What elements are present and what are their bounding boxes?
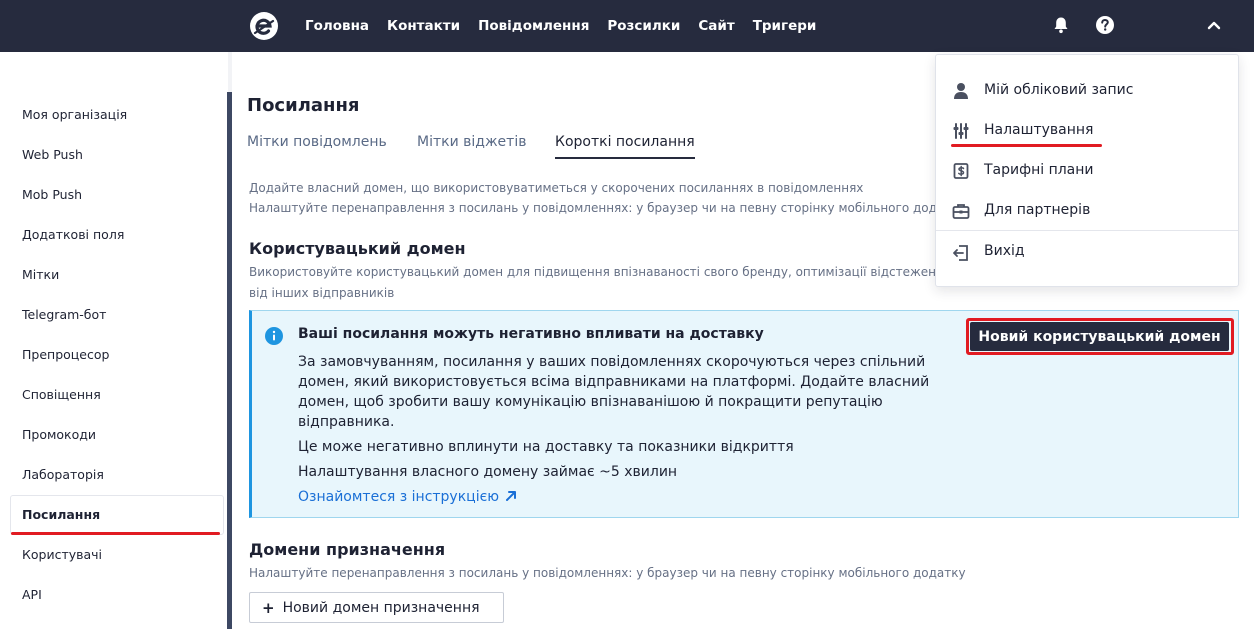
menu-item-highlight-underline bbox=[951, 144, 1102, 147]
custom-domain-heading: Користувацький домен bbox=[249, 239, 466, 258]
sidebar-item-custom-fields[interactable]: Додаткові поля bbox=[22, 227, 124, 242]
destination-domains-heading: Домени призначення bbox=[249, 540, 446, 559]
sidebar-divider bbox=[227, 92, 232, 629]
tab-widget-tags[interactable]: Мітки віджетів bbox=[417, 134, 526, 157]
briefcase-icon bbox=[952, 204, 970, 219]
nav-campaigns[interactable]: Розсилки bbox=[607, 18, 680, 34]
menu-item-logout[interactable]: Вихід bbox=[984, 243, 1025, 259]
new-destination-domain-label: Новий домен призначення bbox=[282, 599, 480, 616]
button-highlight-outline bbox=[966, 318, 1234, 355]
sidebar-item-mob-push[interactable]: Mob Push bbox=[22, 187, 82, 202]
sidebar-item-promocodes[interactable]: Промокоди bbox=[22, 427, 96, 442]
custom-domain-desc-line2: від інших відправників bbox=[249, 286, 395, 300]
destination-domains-desc: Налаштуйте перенаправлення з посилань у … bbox=[249, 566, 966, 580]
intro-text-line2: Налаштуйте перенаправлення з посилань у … bbox=[249, 201, 966, 215]
sidebar-item-organization[interactable]: Моя організація bbox=[22, 107, 127, 122]
help-icon[interactable] bbox=[1094, 14, 1116, 36]
info-icon bbox=[265, 327, 283, 345]
sidebar-item-users[interactable]: Користувачі bbox=[22, 547, 102, 562]
menu-item-partners[interactable]: Для партнерів bbox=[984, 202, 1090, 218]
sidebar-active-underline bbox=[11, 532, 220, 535]
alert-paragraph: За замовчуванням, посилання у ваших пові… bbox=[298, 354, 930, 430]
sidebar-item-web-push[interactable]: Web Push bbox=[22, 147, 83, 162]
settings-sidebar bbox=[0, 52, 228, 629]
nav-home[interactable]: Головна bbox=[305, 18, 369, 34]
main-nav: Головна Контакти Повідомлення Розсилки С… bbox=[305, 0, 834, 52]
menu-item-plans[interactable]: Тарифні плани bbox=[984, 162, 1094, 178]
logo-icon[interactable] bbox=[249, 11, 279, 41]
menu-separator bbox=[936, 230, 1238, 231]
nav-contacts[interactable]: Контакти bbox=[387, 18, 460, 34]
alert-line-setup-time: Налаштування власного домену займає ~5 х… bbox=[298, 464, 678, 480]
sidebar-item-tags[interactable]: Мітки bbox=[22, 267, 59, 282]
logout-icon bbox=[953, 245, 968, 261]
sidebar-item-preprocessor[interactable]: Препроцесор bbox=[22, 347, 109, 362]
instruction-link-label: Ознайомтеся з інструкцією bbox=[298, 489, 500, 505]
bell-icon[interactable] bbox=[1050, 14, 1072, 36]
page-title: Посилання bbox=[247, 95, 360, 116]
menu-item-account[interactable]: Мій обліковий запис bbox=[984, 82, 1133, 98]
new-destination-domain-button[interactable]: + Новий домен призначення bbox=[249, 592, 504, 623]
arrow-up-right-icon bbox=[506, 491, 517, 501]
alert-title: Ваші посилання можуть негативно впливати… bbox=[298, 326, 764, 342]
sidebar-item-laboratory[interactable]: Лабораторія bbox=[22, 467, 104, 482]
nav-messages[interactable]: Повідомлення bbox=[478, 18, 589, 34]
nav-site[interactable]: Сайт bbox=[698, 18, 734, 34]
billing-icon bbox=[953, 163, 969, 179]
plus-icon: + bbox=[262, 598, 275, 617]
alert-line-delivery: Це може негативно вплинути на доставку т… bbox=[298, 439, 794, 455]
sidebar-item-notifications[interactable]: Сповіщення bbox=[22, 387, 101, 402]
sidebar-item-links[interactable]: Посилання bbox=[22, 507, 100, 522]
intro-text-line1: Додайте власний домен, що використовуват… bbox=[249, 181, 864, 195]
tab-message-tags[interactable]: Мітки повідомлень bbox=[247, 134, 387, 157]
chevron-up-icon[interactable] bbox=[1203, 14, 1225, 36]
custom-domain-desc-line1: Використовуйте користувацький домен для … bbox=[249, 265, 935, 279]
top-bar: Головна Контакти Повідомлення Розсилки С… bbox=[0, 0, 1254, 52]
menu-item-settings[interactable]: Налаштування bbox=[984, 122, 1093, 138]
sidebar-item-telegram-bot[interactable]: Telegram-бот bbox=[22, 307, 106, 322]
sliders-icon bbox=[953, 123, 969, 139]
nav-triggers[interactable]: Тригери bbox=[753, 18, 817, 34]
tab-short-links[interactable]: Короткі посилання bbox=[555, 134, 695, 159]
sidebar-item-api[interactable]: API bbox=[22, 587, 42, 602]
user-icon bbox=[954, 83, 968, 99]
instruction-link[interactable]: Ознайомтеся з інструкцією bbox=[298, 489, 517, 505]
